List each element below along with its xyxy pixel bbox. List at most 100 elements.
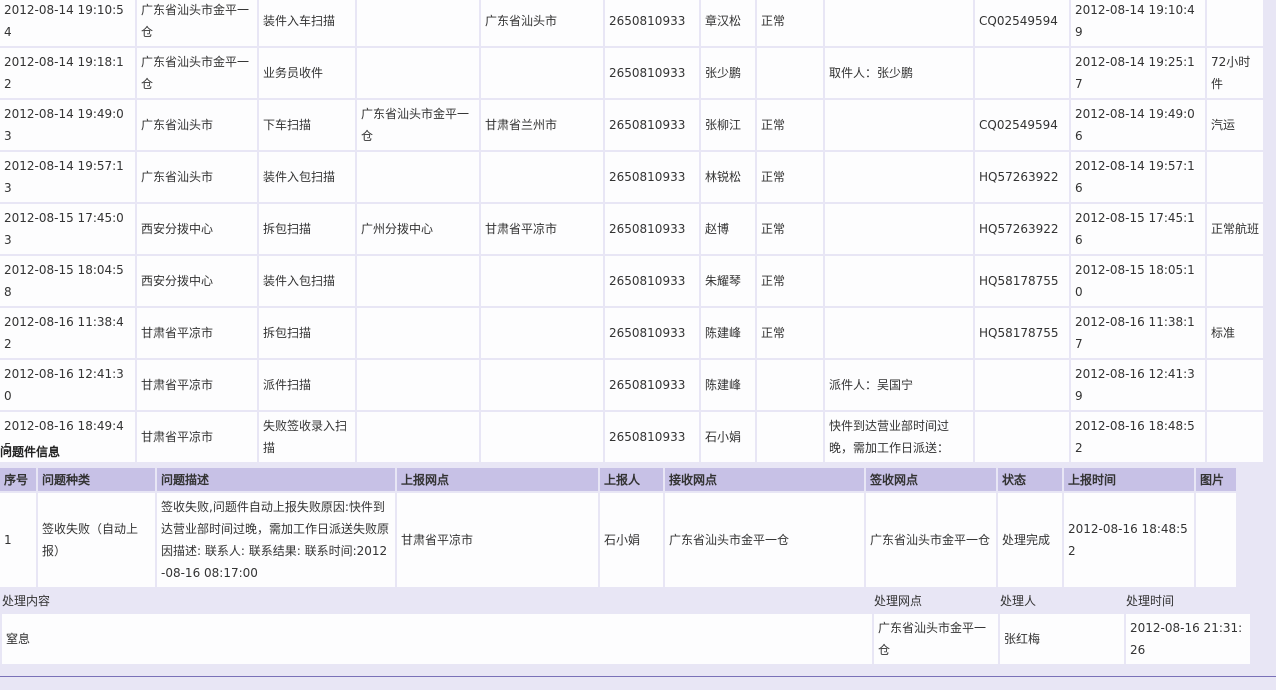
scan-cell-time: 2012-08-15 18:04:58 [0, 256, 135, 306]
scan-row: 2012-08-14 19:10:54 广东省汕头市金平一仓 装件入车扫描 广东省汕头… [0, 0, 1263, 46]
scan-cell-person: 陈建峰 [701, 360, 755, 410]
scan-cell-num: 2650810933 [605, 412, 699, 462]
scan-cell-extra [1207, 256, 1263, 306]
scan-row: 2012-08-15 17:45:03 西安分拨中心 拆包扫描 广州分拨中心 甘肃省平凉… [0, 204, 1263, 254]
scan-cell-num: 2650810933 [605, 0, 699, 46]
handling-row: 窒息 广东省汕头市金平一仓 张红梅 2012-08-16 21:31:26 [2, 614, 1250, 664]
handling-person: 张红梅 [1000, 614, 1124, 664]
scan-cell-extra: 正常航班 [1207, 204, 1263, 254]
scan-cell-person: 张少鹏 [701, 48, 755, 98]
problem-reporter: 石小娟 [600, 493, 663, 587]
scan-cell-time: 2012-08-14 19:18:12 [0, 48, 135, 98]
scan-history-table: 2012-08-14 19:10:54 广东省汕头市金平一仓 装件入车扫描 广东省汕头… [0, 0, 1265, 464]
scan-cell-status: 正常 [757, 256, 823, 306]
scan-cell-note: 派件人：吴国宁 [825, 360, 973, 410]
handling-person-header: 处理人 [1000, 594, 1037, 608]
scan-cell-num: 2650810933 [605, 204, 699, 254]
scan-cell-num: 2650810933 [605, 308, 699, 358]
scan-row: 2012-08-16 12:41:30 甘肃省平凉市 派件扫描 2650810933 陈… [0, 360, 1263, 410]
scan-cell-extra [1207, 412, 1263, 462]
scan-cell-time: 2012-08-15 17:45:03 [0, 204, 135, 254]
scan-cell-num: 2650810933 [605, 360, 699, 410]
scan-cell-time: 2012-08-14 19:49:03 [0, 100, 135, 150]
scan-cell-status: 正常 [757, 204, 823, 254]
scan-cell-extra [1207, 360, 1263, 410]
scan-cell-code: HQ58178755 [975, 256, 1069, 306]
scan-cell-site: 西安分拨中心 [137, 256, 257, 306]
scan-cell-next [481, 412, 603, 462]
scan-cell-type: 装件入车扫描 [259, 0, 355, 46]
problem-header: 上报网点 [397, 468, 598, 491]
scan-cell-type: 装件入包扫描 [259, 152, 355, 202]
scan-cell-upload: 2012-08-15 18:05:10 [1071, 256, 1205, 306]
scan-cell-type: 拆包扫描 [259, 308, 355, 358]
scan-cell-note: 取件人：张少鹏 [825, 48, 973, 98]
problem-sign-site: 广东省汕头市金平一仓 [866, 493, 996, 587]
problem-header-row: 序号 问题种类 问题描述 上报网点 上报人 接收网点 签收网点 状态 上报时间 图片 [0, 468, 1236, 491]
scan-cell-upload: 2012-08-14 19:49:06 [1071, 100, 1205, 150]
handling-site-header: 处理网点 [874, 594, 923, 608]
problem-recv-site: 广东省汕头市金平一仓 [665, 493, 864, 587]
problem-kind: 签收失败（自动上报） [38, 493, 155, 587]
scan-cell-num: 2650810933 [605, 256, 699, 306]
scan-cell-person: 石小娟 [701, 412, 755, 462]
scan-cell-status: 正常 [757, 0, 823, 46]
problem-header: 签收网点 [866, 468, 996, 491]
scan-cell-status [757, 48, 823, 98]
scan-cell-person: 赵博 [701, 204, 755, 254]
problem-row: 1 签收失败（自动上报） 签收失败,问题件自动上报失败原因:快件到达营业部时间过… [0, 493, 1236, 587]
scan-cell-site: 甘肃省平凉市 [137, 412, 257, 462]
scan-cell-prev: 广州分拨中心 [357, 204, 479, 254]
scan-cell-note [825, 0, 973, 46]
scan-cell-note [825, 100, 973, 150]
scan-cell-code: CQ02549594 [975, 100, 1069, 150]
scan-cell-person: 林锐松 [701, 152, 755, 202]
scan-cell-extra: 标准 [1207, 308, 1263, 358]
scan-cell-status: 正常 [757, 308, 823, 358]
scan-cell-note [825, 204, 973, 254]
scan-cell-site: 西安分拨中心 [137, 204, 257, 254]
scan-cell-num: 2650810933 [605, 48, 699, 98]
scan-cell-next: 甘肃省兰州市 [481, 100, 603, 150]
scan-cell-type: 装件入包扫描 [259, 256, 355, 306]
scan-cell-extra [1207, 0, 1263, 46]
scan-cell-prev [357, 308, 479, 358]
scan-cell-code [975, 360, 1069, 410]
problem-header: 上报人 [600, 468, 663, 491]
scan-cell-note [825, 308, 973, 358]
scan-cell-code [975, 48, 1069, 98]
scan-cell-note: 快件到达营业部时间过晚，需加工作日派送： [825, 412, 973, 462]
scan-cell-site: 广东省汕头市 [137, 152, 257, 202]
scan-cell-num: 2650810933 [605, 100, 699, 150]
scan-cell-person: 章汉松 [701, 0, 755, 46]
handling-time-header: 处理时间 [1126, 594, 1175, 608]
handling-time: 2012-08-16 21:31:26 [1126, 614, 1250, 664]
scan-cell-prev: 广东省汕头市金平一仓 [357, 100, 479, 150]
problem-header: 状态 [998, 468, 1062, 491]
problem-header: 序号 [0, 468, 36, 491]
scan-cell-type: 下车扫描 [259, 100, 355, 150]
scan-cell-site: 甘肃省平凉市 [137, 360, 257, 410]
problem-report-site: 甘肃省平凉市 [397, 493, 598, 587]
scan-cell-next [481, 360, 603, 410]
problem-header: 问题种类 [38, 468, 155, 491]
scan-cell-prev [357, 48, 479, 98]
scan-cell-status: 正常 [757, 152, 823, 202]
scan-cell-extra: 汽运 [1207, 100, 1263, 150]
scan-cell-prev [357, 412, 479, 462]
scan-cell-next [481, 308, 603, 358]
handling-site: 广东省汕头市金平一仓 [874, 614, 998, 664]
page: 2012-08-14 19:10:54 广东省汕头市金平一仓 装件入车扫描 广东省汕头… [0, 0, 1276, 690]
scan-cell-upload: 2012-08-14 19:10:49 [1071, 0, 1205, 46]
scan-cell-upload: 2012-08-16 12:41:39 [1071, 360, 1205, 410]
problem-desc: 签收失败,问题件自动上报失败原因:快件到达营业部时间过晚，需加工作日派送失败原因… [157, 493, 395, 587]
scan-row: 2012-08-16 11:38:42 甘肃省平凉市 拆包扫描 2650810933 陈… [0, 308, 1263, 358]
scan-cell-next [481, 256, 603, 306]
scan-cell-type: 拆包扫描 [259, 204, 355, 254]
problem-index: 1 [0, 493, 36, 587]
problem-section-title: 问题件信息 [0, 445, 61, 459]
scan-cell-next: 广东省汕头市 [481, 0, 603, 46]
problem-header: 图片 [1196, 468, 1236, 491]
problem-table: 序号 问题种类 问题描述 上报网点 上报人 接收网点 签收网点 状态 上报时间 图片 1 签收失败… [0, 466, 1238, 589]
scan-cell-num: 2650810933 [605, 152, 699, 202]
